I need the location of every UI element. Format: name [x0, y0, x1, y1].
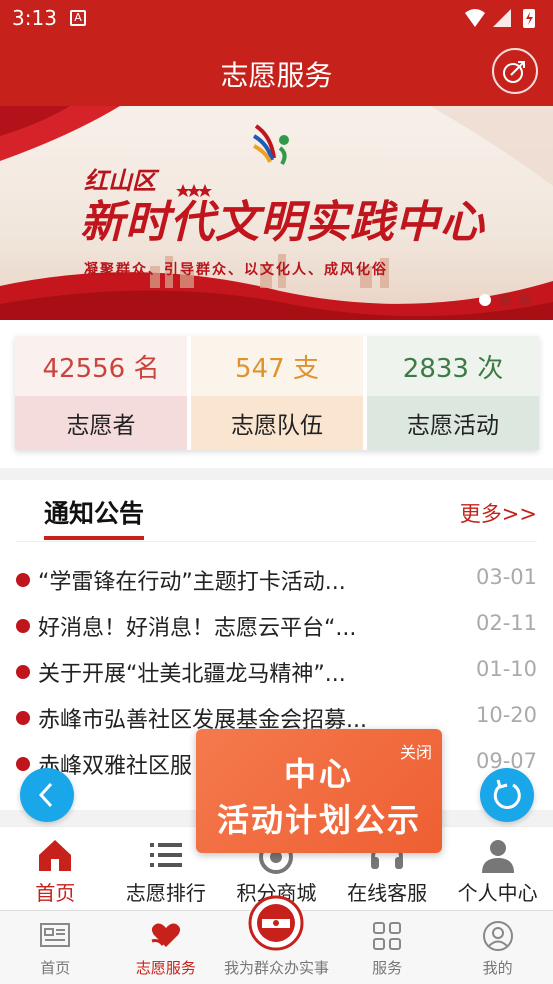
tab-label: 首页: [40, 959, 71, 977]
carousel-dot[interactable]: [519, 294, 531, 306]
grid-icon: [373, 922, 402, 950]
bullet-icon: [16, 711, 30, 725]
tab-label: 服务: [372, 959, 403, 977]
tab-home[interactable]: 首页: [0, 911, 111, 984]
tab-label: 志愿服务: [135, 959, 196, 977]
app-screen: 3:13 A 志愿服务 红山区 新时代文明实践中心 凝聚群众、引导群众、以文化人…: [0, 0, 553, 984]
bullet-icon: [16, 573, 30, 587]
quick-nav-label: 个人中心: [457, 881, 538, 905]
stat-card-activities[interactable]: 2833 次 志愿活动: [367, 336, 539, 450]
bullet-icon: [16, 619, 30, 633]
emblem-icon: [248, 895, 304, 951]
notice-more-link[interactable]: 更多>>: [460, 498, 537, 528]
tab-volunteer-service[interactable]: 志愿服务: [111, 911, 222, 984]
page-title: 志愿服务: [220, 59, 333, 92]
stats-section: 42556 名 志愿者 547 支 志愿队伍 2833 次 志愿活动: [0, 320, 553, 468]
quick-nav-label: 首页: [35, 881, 76, 905]
carousel-dot[interactable]: [499, 294, 511, 306]
heart-hands-icon: [151, 923, 180, 947]
notice-header: 通知公告 更多>>: [16, 480, 537, 542]
chevron-left-icon: [38, 782, 53, 808]
stats-cards: 42556 名 志愿者 547 支 志愿队伍 2833 次 志愿活动: [15, 336, 539, 450]
wifi-icon: [465, 9, 485, 27]
status-time: 3:13: [12, 6, 57, 30]
quick-nav-home[interactable]: 首页: [0, 827, 111, 910]
title-bar: 志愿服务: [0, 36, 553, 106]
stat-value: 2833 次: [367, 336, 539, 396]
signal-icon: [493, 9, 511, 27]
ranking-list-icon: [149, 843, 182, 867]
banner-carousel[interactable]: 红山区 新时代文明实践中心 凝聚群众、引导群众、以文化人、成风化俗: [0, 106, 553, 320]
carousel-indicator: [479, 294, 531, 306]
stat-card-teams[interactable]: 547 支 志愿队伍: [191, 336, 363, 450]
notice-title-underline: [44, 536, 144, 540]
banner-subtitle: 凝聚群众、引导群众、以文化人、成风化俗: [84, 262, 388, 278]
stat-label: 志愿活动: [367, 396, 539, 450]
tab-label: 我为群众办实事: [223, 959, 329, 977]
notice-item-date: 10-20: [475, 703, 537, 727]
home-icon: [39, 840, 72, 871]
tab-label: 我的: [482, 959, 513, 977]
news-icon: [40, 923, 71, 947]
activity-plan-popup[interactable]: 关闭 中心 活动计划公示: [196, 729, 442, 853]
notice-item-date: 02-11: [475, 611, 537, 635]
stat-label: 志愿者: [15, 396, 187, 450]
banner-title: 新时代文明实践中心: [80, 197, 485, 248]
notice-item[interactable]: “学雷锋在行动”主题打卡活动... 03-01: [16, 558, 537, 604]
tab-services[interactable]: 服务: [332, 911, 443, 984]
profile-icon: [482, 921, 513, 951]
notice-item-title: 好消息！好消息！志愿云平台“...: [38, 616, 357, 641]
notice-title: 通知公告: [44, 499, 145, 528]
notice-item-title: 关于开展“壮美北疆龙马精神”...: [38, 662, 346, 687]
stat-label: 志愿队伍: [191, 396, 363, 450]
back-button[interactable]: [20, 768, 74, 822]
share-icon: [503, 61, 525, 83]
notice-item[interactable]: 关于开展“壮美北疆龙马精神”... 01-10: [16, 650, 537, 696]
tab-serve-people[interactable]: 我为群众办实事: [221, 895, 332, 984]
quick-nav-label: 志愿排行: [125, 881, 206, 905]
popup-title-line2: 活动计划公示: [216, 801, 421, 839]
notice-item[interactable]: 好消息！好消息！志愿云平台“... 02-11: [16, 604, 537, 650]
refresh-button[interactable]: [480, 768, 534, 822]
quick-nav-label: 在线客服: [347, 881, 428, 905]
app-notification-icon: A: [70, 10, 86, 26]
share-button[interactable]: [492, 48, 538, 94]
stat-value: 547 支: [191, 336, 363, 396]
system-status-icons: [465, 9, 535, 28]
bullet-icon: [16, 665, 30, 679]
stat-value: 42556 名: [15, 336, 187, 396]
carousel-dot[interactable]: [479, 294, 491, 306]
user-icon: [481, 840, 514, 873]
quick-nav-profile[interactable]: 个人中心: [442, 827, 553, 910]
notice-item-title: “学雷锋在行动”主题打卡活动...: [38, 570, 346, 595]
notice-item-date: 03-01: [475, 565, 537, 589]
stat-card-volunteers[interactable]: 42556 名 志愿者: [15, 336, 187, 450]
refresh-icon: [493, 779, 521, 810]
status-bar: 3:13 A: [0, 0, 553, 36]
popup-title-line1: 中心: [283, 755, 354, 793]
notice-item-date: 01-10: [475, 657, 537, 681]
tab-mine[interactable]: 我的: [442, 911, 553, 984]
banner-logo: [252, 124, 289, 166]
bottom-tab-bar: 首页 志愿服务 我为群众办实事 服务 我的: [0, 895, 553, 984]
